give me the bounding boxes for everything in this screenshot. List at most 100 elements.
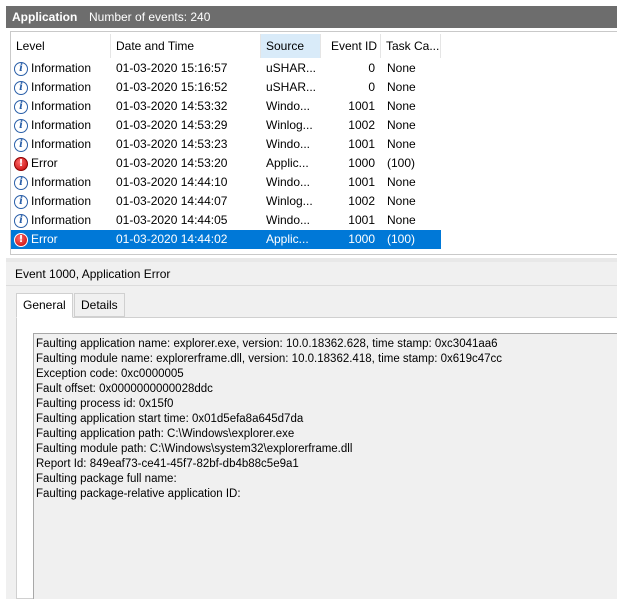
event-id-cell: 1000 — [348, 232, 375, 246]
event-id-cell: 1002 — [348, 118, 375, 132]
table-row[interactable]: i Information 01-03-2020 14:44:10 Windo... 1… — [11, 173, 441, 192]
date-cell: 01-03-2020 14:44:05 — [116, 213, 228, 227]
level-cell: ! Error — [14, 154, 114, 173]
event-rows: i Information 01-03-2020 15:16:57 uSHAR... 0… — [11, 59, 441, 249]
information-icon: i — [14, 175, 28, 190]
task-category-cell: None — [387, 99, 416, 113]
description-line: Exception code: 0xc0000005 — [36, 368, 184, 380]
task-category-cell: None — [387, 137, 416, 151]
level-label: Information — [31, 137, 92, 151]
source-cell: Windo... — [266, 213, 311, 227]
date-cell: 01-03-2020 14:53:29 — [116, 118, 228, 132]
level-label: Information — [31, 80, 92, 94]
table-row[interactable]: i Information 01-03-2020 15:16:57 uSHAR... 0… — [11, 59, 441, 78]
information-icon: i — [14, 99, 28, 114]
level-cell: i Information — [14, 97, 114, 116]
description-line: Faulting module path: C:\Windows\system3… — [36, 443, 353, 455]
table-row[interactable]: i Information 01-03-2020 15:16:52 uSHAR... 0… — [11, 78, 441, 97]
event-list[interactable]: Level Date and Time Source Event ID Task… — [10, 31, 617, 255]
column-header-row: Level Date and Time Source Event ID Task… — [11, 34, 441, 58]
event-id-cell: 1001 — [348, 213, 375, 227]
information-icon: i — [14, 137, 28, 152]
description-line: Faulting process id: 0x15f0 — [36, 398, 174, 410]
level-cell: i Information — [14, 135, 114, 154]
description-line: Fault offset: 0x0000000000028ddc — [36, 383, 213, 395]
description-line: Faulting package full name: — [36, 473, 177, 485]
task-category-cell: None — [387, 118, 416, 132]
tab-general[interactable]: General — [16, 293, 73, 318]
description-line: Faulting application path: C:\Windows\ex… — [36, 428, 295, 440]
task-category-cell: None — [387, 175, 416, 189]
general-tab-panel: Faulting application name: explorer.exe,… — [16, 317, 617, 599]
event-id-cell: 1001 — [348, 137, 375, 151]
level-cell: i Information — [14, 192, 114, 211]
tab-details[interactable]: Details — [74, 293, 125, 317]
column-header-task-category[interactable]: Task Ca... — [381, 34, 441, 58]
source-cell: Windo... — [266, 99, 311, 113]
table-row[interactable]: ! Error 01-03-2020 14:53:20 Applic... 1000 (1… — [11, 154, 441, 173]
date-cell: 01-03-2020 14:53:20 — [116, 156, 228, 170]
table-row[interactable]: i Information 01-03-2020 14:53:23 Windo... 1… — [11, 135, 441, 154]
error-icon: ! — [14, 156, 28, 171]
source-cell: Winlog... — [266, 194, 313, 208]
level-label: Information — [31, 213, 92, 227]
level-cell: i Information — [14, 59, 114, 78]
event-detail-pane: Event 1000, Application Error General De… — [6, 262, 617, 599]
level-cell: i Information — [14, 78, 114, 97]
level-label: Information — [31, 194, 92, 208]
information-icon: i — [14, 118, 28, 133]
table-row[interactable]: i Information 01-03-2020 14:53:29 Winlog...… — [11, 116, 441, 135]
information-icon: i — [14, 194, 28, 209]
event-detail-title: Event 1000, Application Error — [6, 262, 617, 286]
source-cell: uSHAR... — [266, 80, 317, 94]
task-category-cell: (100) — [387, 232, 416, 246]
event-id-cell: 0 — [368, 80, 375, 94]
level-label: Information — [31, 99, 92, 113]
date-cell: 01-03-2020 15:16:52 — [116, 80, 228, 94]
source-cell: uSHAR... — [266, 61, 317, 75]
information-icon: i — [14, 213, 28, 228]
column-header-date[interactable]: Date and Time — [111, 34, 261, 58]
date-cell: 01-03-2020 14:44:07 — [116, 194, 228, 208]
event-id-cell: 1001 — [348, 99, 375, 113]
date-cell: 01-03-2020 14:44:10 — [116, 175, 228, 189]
event-id-cell: 1000 — [348, 156, 375, 170]
level-cell: i Information — [14, 173, 114, 192]
level-cell: ! Error — [14, 230, 114, 249]
level-label: Error — [31, 232, 58, 246]
description-line: Faulting module name: explorerframe.dll,… — [36, 353, 503, 365]
description-line: Faulting package-relative application ID… — [36, 488, 241, 500]
event-description[interactable]: Faulting application name: explorer.exe,… — [33, 333, 617, 599]
level-label: Error — [31, 156, 58, 170]
event-id-cell: 0 — [368, 61, 375, 75]
level-label: Information — [31, 175, 92, 189]
level-label: Information — [31, 118, 92, 132]
source-cell: Windo... — [266, 137, 311, 151]
event-id-cell: 1002 — [348, 194, 375, 208]
column-header-event-id[interactable]: Event ID — [326, 34, 381, 58]
table-row[interactable]: i Information 01-03-2020 14:53:32 Windo... 1… — [11, 97, 441, 116]
log-name: Application — [12, 10, 78, 24]
description-line: Report Id: 849eaf73-ce41-45f7-82bf-db4b8… — [36, 458, 299, 470]
date-cell: 01-03-2020 14:44:02 — [116, 232, 228, 246]
event-id-cell: 1001 — [348, 175, 375, 189]
task-category-cell: None — [387, 80, 416, 94]
error-icon: ! — [14, 232, 28, 247]
table-row[interactable]: i Information 01-03-2020 14:44:07 Winlog...… — [11, 192, 441, 211]
description-line: Faulting application start time: 0x01d5e… — [36, 413, 304, 425]
source-cell: Winlog... — [266, 118, 313, 132]
level-cell: i Information — [14, 116, 114, 135]
date-cell: 01-03-2020 15:16:57 — [116, 61, 228, 75]
information-icon: i — [14, 80, 28, 95]
information-icon: i — [14, 61, 28, 76]
column-header-source[interactable]: Source — [261, 34, 321, 58]
date-cell: 01-03-2020 14:53:23 — [116, 137, 228, 151]
table-row[interactable]: i Information 01-03-2020 14:44:05 Windo... 1… — [11, 211, 441, 230]
source-cell: Applic... — [266, 156, 309, 170]
task-category-cell: None — [387, 61, 416, 75]
task-category-cell: None — [387, 194, 416, 208]
event-count: Number of events: 240 — [89, 10, 211, 24]
table-row[interactable]: ! Error 01-03-2020 14:44:02 Applic... 1000 (1… — [11, 230, 441, 249]
column-header-level[interactable]: Level — [11, 34, 111, 58]
date-cell: 01-03-2020 14:53:32 — [116, 99, 228, 113]
